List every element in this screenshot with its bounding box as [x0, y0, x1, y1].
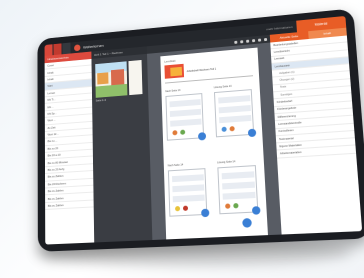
document-page: Lernblatt Arbeitsheft Rechnen Teil 1 Nac…	[160, 47, 269, 245]
app-title: Weiterlernen	[83, 42, 104, 50]
thumbnail-panel: Heft 1 Teil 1 – Rechnen Seite 2–3	[91, 46, 153, 243]
open-worksheet-button[interactable]	[247, 128, 257, 138]
thumbnail-house	[97, 72, 109, 85]
worksheet-card[interactable]: Nach Seite 13	[165, 89, 207, 141]
worksheet-illustration	[180, 129, 186, 135]
worksheet-illustration	[182, 205, 189, 211]
worksheet-row	[219, 114, 252, 124]
toc-sidebar: Inhaltsverzeichnis Cover Inhalt Inhalt Star…	[44, 51, 96, 245]
worksheet-illustration	[225, 203, 231, 209]
worksheet-row	[169, 99, 201, 108]
worksheet-row	[172, 184, 205, 193]
open-worksheet-button[interactable]	[197, 132, 207, 141]
zoom-out-icon[interactable]	[234, 40, 238, 44]
book-caption: Arbeitsheft Rechnen Teil 1	[186, 67, 217, 74]
content-panel: Aktuelle Seite Inhalt Bearbeitungstabell…	[269, 27, 363, 235]
worksheet-row	[222, 191, 256, 200]
content-list: Bearbeitungstabellen Lernübersicht Lernwel…	[270, 35, 357, 159]
worksheet-row	[172, 194, 205, 203]
home-button[interactable]	[53, 43, 62, 56]
open-worksheet-button[interactable]	[251, 206, 261, 215]
worksheet-row	[218, 105, 251, 114]
worksheet-label: Nach Seite 14	[167, 163, 184, 168]
worksheet-row	[218, 95, 251, 104]
menu-button[interactable]	[44, 44, 53, 56]
app-screen: Weiterlernen mehr Informationen Material…	[44, 15, 363, 245]
worksheet-card[interactable]: Lösung Seite 13	[214, 85, 257, 138]
thumbnail-grass	[95, 83, 128, 98]
bookmark-button[interactable]	[62, 42, 71, 55]
worksheet-label: Nach Seite 13	[165, 89, 181, 94]
worksheet-label: Lösung Seite 13	[213, 84, 232, 90]
page-thumbnail-right[interactable]	[128, 59, 143, 96]
thumbnail-house	[110, 69, 125, 86]
worksheet-label: Lösung Seite 14	[217, 160, 236, 165]
eraser-icon[interactable]	[257, 38, 262, 42]
worksheet-illustration	[172, 130, 178, 136]
tablet-device: Weiterlernen mehr Informationen Material…	[37, 8, 364, 252]
worksheet-row	[172, 174, 204, 183]
worksheet-row	[169, 108, 202, 117]
toc-list: Cover Inhalt Inhalt Start Lernen Mit Ti... Mit…	[44, 58, 94, 211]
document-viewer: Lernblatt Arbeitsheft Rechnen Teil 1 Nac…	[146, 34, 282, 245]
book-cover-overlay	[170, 66, 183, 77]
worksheet-card[interactable]: Lösung Seite 14	[217, 160, 261, 215]
page-title: Lernblatt	[164, 58, 176, 64]
worksheet-illustration	[221, 126, 227, 132]
app-logo-icon	[74, 43, 81, 51]
worksheet-row	[170, 118, 202, 127]
toc-item[interactable]: Bis zu Zahlen	[45, 200, 94, 211]
pen-icon[interactable]	[246, 39, 250, 43]
worksheet-illustration	[229, 126, 235, 132]
zoom-in-icon[interactable]	[240, 39, 244, 43]
worksheet-card[interactable]: Nach Seite 14	[168, 163, 210, 218]
worksheet-illustration	[175, 206, 181, 212]
page-thumbnail[interactable]	[95, 61, 128, 98]
worksheet-illustration	[233, 203, 239, 209]
account-link[interactable]: mehr Informationen	[266, 25, 292, 31]
fullscreen-icon[interactable]	[263, 37, 268, 41]
worksheet-row	[222, 181, 255, 190]
marker-icon[interactable]	[252, 38, 256, 42]
thumbnail-caption: Seite 2–3	[95, 98, 106, 103]
open-worksheet-button[interactable]	[201, 208, 210, 218]
worksheet-row	[221, 171, 255, 180]
